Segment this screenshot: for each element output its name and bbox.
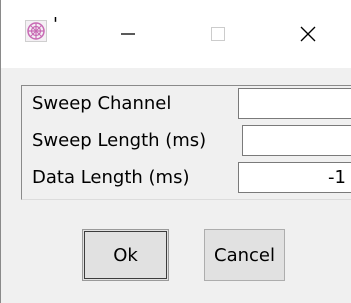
sweep-length-input[interactable] (242, 125, 351, 156)
window-title: ' (53, 14, 58, 35)
app-icon[interactable] (25, 20, 47, 42)
sweep-channel-row: Sweep Channel (22, 86, 351, 123)
sweep-length-row: Sweep Length (ms) (22, 123, 351, 160)
cancel-button[interactable]: Cancel (204, 229, 285, 281)
ok-button[interactable]: Ok (82, 229, 169, 281)
close-button[interactable] (263, 0, 351, 68)
title-bar[interactable]: ' (1, 0, 351, 68)
dialog-window: ' Sweep Channel Sweep Length (ms) Data L… (0, 0, 351, 303)
sweep-length-label: Sweep Length (ms) (32, 130, 207, 151)
minimize-button[interactable] (78, 0, 178, 68)
maximize-icon (211, 27, 225, 41)
parameters-panel: Sweep Channel Sweep Length (ms) Data Len… (21, 85, 351, 200)
close-icon (300, 26, 315, 42)
minimize-icon (121, 33, 135, 35)
sweep-channel-label: Sweep Channel (32, 93, 172, 114)
data-length-label: Data Length (ms) (32, 167, 190, 188)
data-length-row: Data Length (ms) (22, 160, 351, 197)
data-length-input[interactable] (238, 162, 351, 193)
maximize-button[interactable] (173, 0, 263, 68)
sweep-channel-input[interactable] (238, 88, 351, 119)
